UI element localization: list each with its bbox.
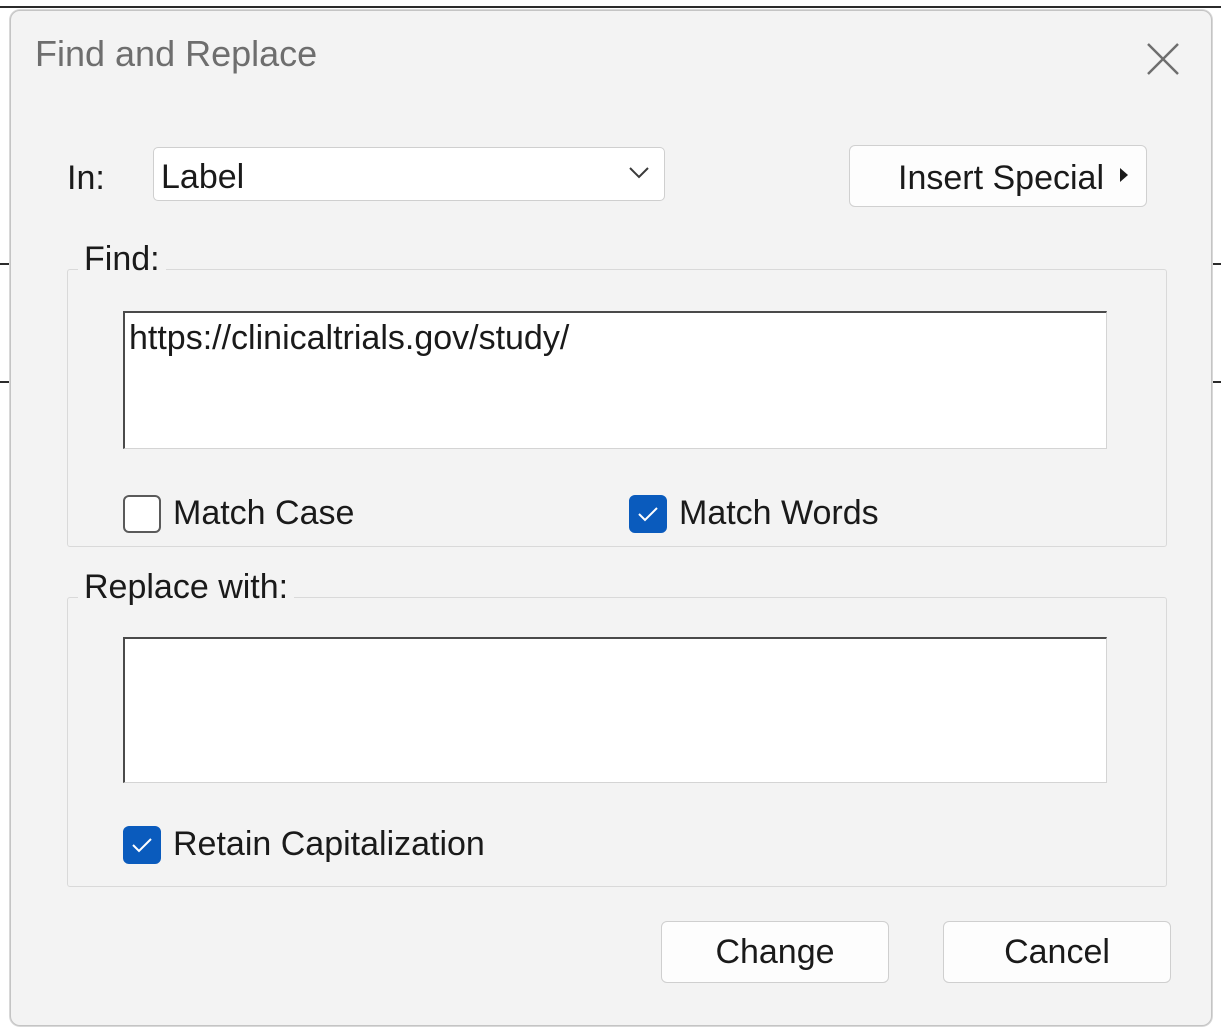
find-replace-dialog: Find and Replace In: Label Insert Specia… [10,10,1212,1026]
close-button[interactable] [1133,29,1193,89]
insert-special-label: Insert Special [898,159,1104,197]
replace-textarea[interactable] [123,637,1107,783]
match-case-checkbox[interactable] [123,494,161,533]
retain-capitalization-checkbox[interactable] [123,825,161,864]
match-words-checkbox[interactable] [629,494,667,533]
change-button[interactable]: Change [661,921,889,983]
in-dropdown[interactable]: Label [153,147,665,201]
match-words-checkbox-row[interactable]: Match Words [629,494,879,533]
match-words-label: Match Words [679,494,879,532]
checkmark-icon [132,837,152,852]
background-line [0,6,1221,8]
dialog-title: Find and Replace [35,33,318,74]
caret-right-icon [1118,166,1130,189]
checkmark-icon [638,506,658,521]
in-label: In: [67,159,105,197]
retain-capitalization-checkbox-row[interactable]: Retain Capitalization [123,825,485,864]
in-dropdown-value: Label [161,158,245,196]
retain-capitalization-label: Retain Capitalization [173,825,485,863]
insert-special-button[interactable]: Insert Special [849,145,1147,207]
close-icon [1147,43,1179,75]
match-case-checkbox-row[interactable]: Match Case [123,494,354,533]
replace-legend: Replace with: [78,568,295,607]
cancel-button[interactable]: Cancel [943,921,1171,983]
match-case-label: Match Case [173,494,355,532]
find-textarea[interactable]: https://clinicaltrials.gov/study/ [123,311,1107,449]
chevron-down-icon [628,166,650,185]
find-legend: Find: [78,240,166,279]
